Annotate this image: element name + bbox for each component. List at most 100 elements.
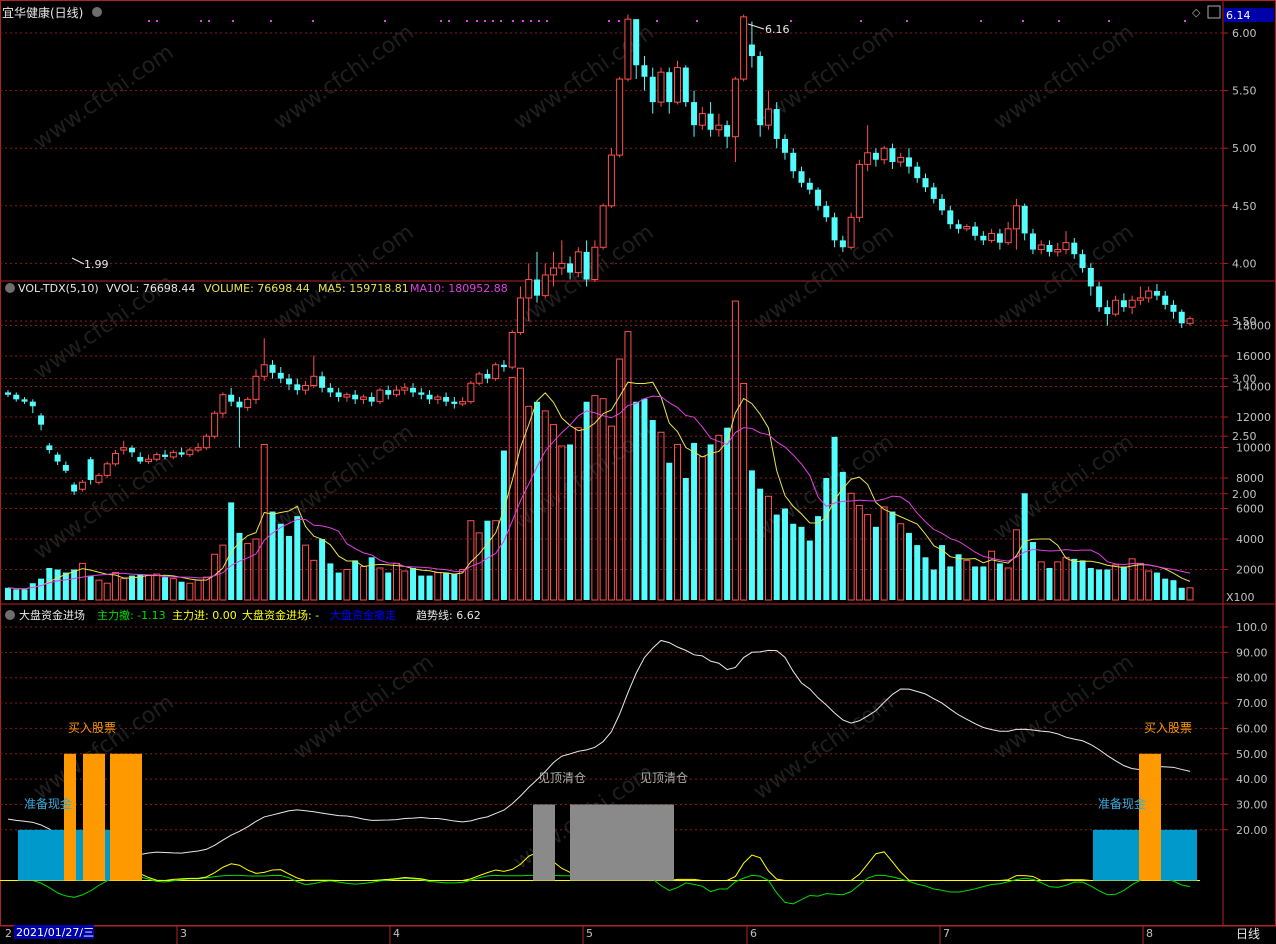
candle-body-up (764, 108, 772, 126)
signal-dot (484, 20, 486, 22)
volume-collapse-icon[interactable] (5, 283, 15, 293)
candle-body-down (806, 182, 813, 190)
collapse-icon[interactable] (92, 7, 102, 17)
volume-bar-up (145, 575, 153, 601)
signal-dot (448, 20, 450, 22)
volume-bar-down (583, 401, 590, 600)
volume-bar-down (54, 569, 61, 600)
candle-body-up (401, 387, 409, 391)
candle-body-down (5, 392, 11, 395)
volume-bar-down (327, 563, 334, 600)
panel-toggle-icon[interactable] (1207, 5, 1221, 19)
trend-label: 趋势线: 6.62 (416, 608, 481, 622)
volume-bar-down (87, 575, 94, 600)
volume-bar-up (1012, 529, 1020, 601)
signal-dot (530, 20, 532, 22)
volume-bar-down (980, 566, 987, 600)
diamond-icon[interactable]: ◇ (1192, 6, 1201, 19)
volume-bar-up (1062, 556, 1070, 601)
volume-bar-up (1186, 587, 1194, 601)
volume-bar-down (137, 574, 144, 600)
candle-body-down (71, 484, 78, 492)
candle-body-down (972, 226, 979, 236)
signal-dot (546, 20, 548, 22)
candle-body-down (29, 401, 36, 407)
candle-body-up (963, 226, 971, 230)
candle-body-down (922, 178, 929, 188)
candle-body-down (21, 399, 28, 402)
candle-body-down (443, 397, 450, 402)
candle-body-down (277, 372, 284, 379)
month-4: 4 (393, 927, 400, 940)
volume-bar-up (516, 367, 524, 601)
candle-body-up (145, 458, 153, 463)
volume-bar-down (781, 508, 788, 600)
high-price-label: 6.16 (765, 23, 790, 36)
volume-bar-down (1079, 560, 1086, 600)
candle-body-down (583, 251, 590, 280)
cash-label-left: 准备现金 (24, 796, 72, 811)
candle-body-down (815, 189, 822, 206)
volume-bar-up (963, 559, 971, 601)
period-button[interactable]: 日线 (1236, 927, 1260, 941)
signal-dot (148, 20, 150, 22)
volume-bar-up (657, 431, 665, 601)
indicator-panel[interactable]: 买入股票 买入股票准备现金 准备现金 见顶清仓 见顶清仓 (0, 639, 1200, 905)
candle-body-up (120, 447, 128, 451)
candle-body-down (352, 394, 359, 400)
volume-bar-down (757, 488, 764, 600)
volume-bar-down (905, 532, 912, 600)
candle-body-down (13, 394, 20, 400)
candle-body-up (624, 18, 632, 80)
indicator-axis-label: 80.00 (1236, 672, 1268, 685)
candle-body-down (162, 454, 169, 457)
signal-dot (906, 20, 908, 22)
volume-bar-down (162, 577, 169, 600)
candle-body-up (657, 71, 665, 103)
watermark-text: www.cfchi.com (289, 650, 438, 765)
candle-body-down (1178, 311, 1185, 324)
candle-body-down (500, 364, 507, 368)
volume-bar-down (930, 569, 937, 600)
signal-dot (538, 20, 540, 22)
volume-bar-down (418, 575, 425, 600)
candle-body-up (550, 267, 558, 276)
candle-body-up (864, 152, 872, 165)
volume-bar-up (1145, 570, 1153, 601)
volume-bar-down (633, 401, 640, 600)
volume-bar-down (939, 545, 946, 600)
signal-dot (1058, 20, 1060, 22)
volume-bar-down (1170, 580, 1177, 600)
volume-bar-down (1104, 569, 1111, 600)
candle-body-down (418, 392, 425, 395)
volume-bar-down (691, 442, 698, 600)
candle-body-up (359, 396, 367, 400)
buy-bar (1139, 753, 1161, 881)
candle-body-down (939, 198, 946, 211)
volume-bar-down (831, 436, 838, 600)
candle-body-down (1153, 291, 1160, 296)
volume-bar-down (128, 575, 135, 600)
candle-body-down (1170, 304, 1177, 312)
indicator-axis-label: 50.00 (1236, 748, 1268, 761)
volume-bar-down (426, 575, 433, 600)
cash-label-right: 准备现金 (1098, 796, 1146, 811)
volume-bar-up (616, 358, 624, 601)
signal-dot (656, 20, 658, 22)
ma5-label: MA5: 159718.81 (318, 282, 409, 295)
dp-in-label: 大盘资金进场: - (242, 608, 319, 622)
indicator-collapse-icon[interactable] (5, 610, 15, 620)
watermark-text: www.cfchi.com (269, 20, 418, 135)
volume-bar-down (484, 520, 491, 600)
volume-bar-up (880, 506, 888, 601)
volume-bar-down (277, 523, 284, 600)
candle-body-up (95, 474, 103, 483)
signal-dot (476, 20, 478, 22)
candle-body-up (194, 447, 202, 451)
candle-body-down (319, 376, 326, 388)
candle-body-down (46, 445, 53, 451)
watermark-text: www.cfchi.com (989, 650, 1138, 765)
stock-title: 宜华健康(日线) (2, 5, 83, 20)
candle-body-down (831, 217, 838, 241)
volume-bar-up (624, 331, 632, 601)
